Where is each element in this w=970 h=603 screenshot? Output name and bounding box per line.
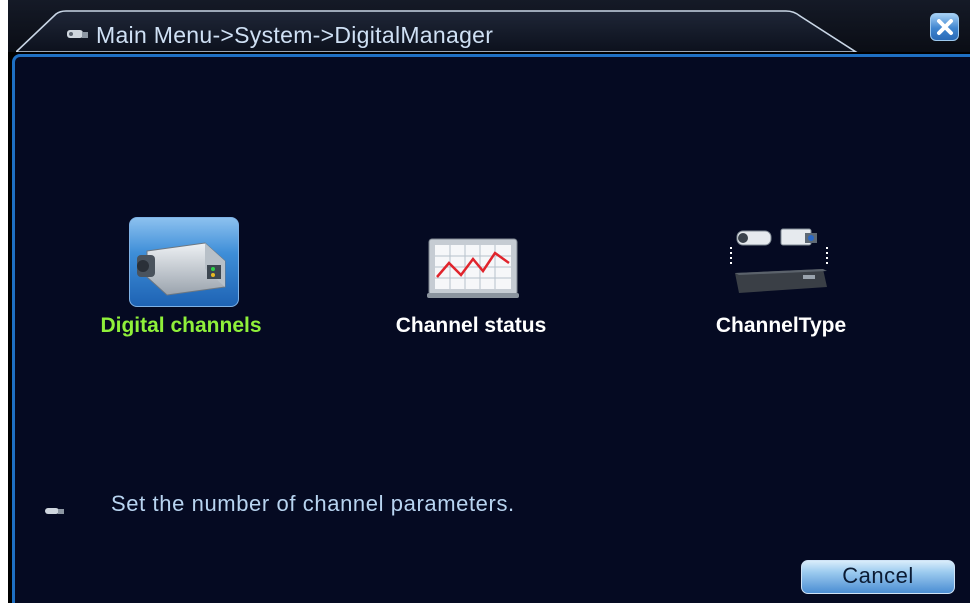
menu-item-digital-channels[interactable]: Digital channels <box>51 217 311 347</box>
camera-to-dvr-icon <box>730 228 828 293</box>
line-chart-icon-box <box>415 217 527 307</box>
ip-camera-icon-box <box>129 217 241 307</box>
close-icon <box>937 19 953 35</box>
title-bar: Main Menu->System->DigitalManager <box>8 0 970 52</box>
line-chart-icon <box>427 238 519 298</box>
close-button[interactable] <box>930 13 959 41</box>
camera-small-icon <box>45 503 65 514</box>
menu-item-label: ChannelType <box>715 314 847 337</box>
menu-item-label: Digital channels <box>100 314 262 337</box>
title-tab: Main Menu->System->DigitalManager <box>16 10 878 52</box>
digital-manager-window: Main Menu->System->DigitalManager Digita… <box>8 0 970 603</box>
window-title: Main Menu->System->DigitalManager <box>96 22 494 48</box>
menu-item-label: Channel status <box>395 314 547 337</box>
content-panel: Digital channels Channel status ChannelT… <box>12 54 970 603</box>
hint-text: Set the number of channel parameters. <box>111 491 515 516</box>
ip-camera-icon <box>137 242 226 296</box>
menu-item-channel-status[interactable]: Channel status <box>341 217 601 347</box>
camera-icon <box>66 27 92 41</box>
camera-to-dvr-icon-box <box>723 217 835 307</box>
menu-item-channel-type[interactable]: ChannelType <box>651 217 911 347</box>
cancel-button[interactable]: Cancel <box>801 560 955 594</box>
